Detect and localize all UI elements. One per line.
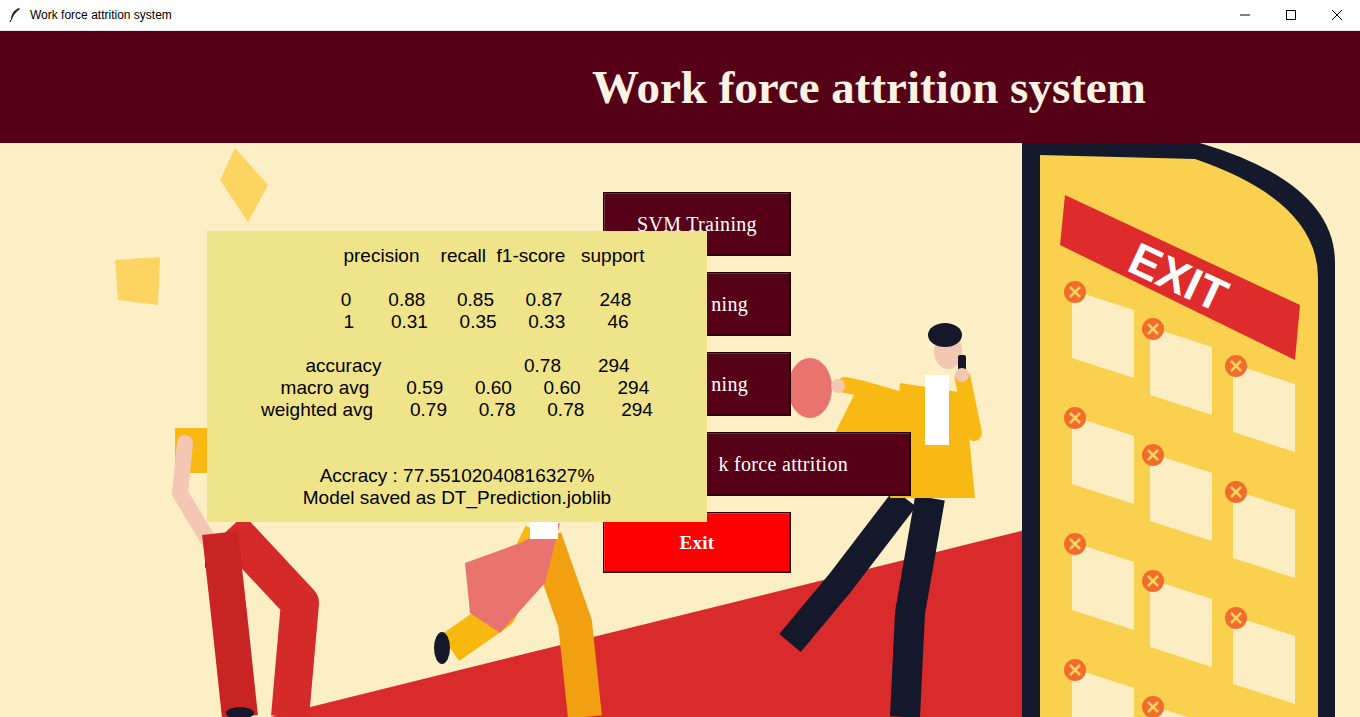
window-controls bbox=[1222, 0, 1360, 30]
x-marker-icon bbox=[1142, 570, 1164, 592]
header-bar: Work force attrition system bbox=[0, 31, 1360, 143]
report-averages: accuracy 0.78 294 macro avg 0.59 0.60 0.… bbox=[207, 355, 707, 421]
summary-line: Model saved as DT_Prediction.joblib bbox=[207, 487, 707, 509]
phone-tile bbox=[1064, 659, 1134, 717]
paper-piece bbox=[115, 257, 160, 305]
x-marker-icon bbox=[1225, 481, 1247, 503]
report-line: macro avg 0.59 0.60 0.60 294 bbox=[207, 377, 707, 399]
x-marker-icon bbox=[1142, 444, 1164, 466]
minimize-button[interactable] bbox=[1222, 0, 1268, 30]
phone-tile bbox=[1142, 696, 1212, 717]
right-runner bbox=[790, 323, 975, 717]
phone-tile bbox=[1064, 281, 1134, 378]
app-icon-box bbox=[0, 0, 30, 30]
x-marker-icon bbox=[1225, 355, 1247, 377]
header-title: Work force attrition system bbox=[592, 60, 1146, 114]
x-marker-icon bbox=[1142, 696, 1164, 717]
phone-tile bbox=[1064, 407, 1134, 504]
phone-tile bbox=[1142, 570, 1212, 667]
app-window: Work force attrition system Work force at… bbox=[0, 0, 1360, 717]
report-line: precision recall f1-score support bbox=[207, 245, 707, 267]
report-classes: 0 0.88 0.85 0.87 248 1 0.31 0.35 0.33 46 bbox=[207, 289, 707, 333]
phone-tile bbox=[1142, 444, 1212, 541]
window-title: Work force attrition system bbox=[30, 8, 1222, 22]
button-column: SVM Trainingningningk force attritionExi… bbox=[603, 143, 1360, 573]
phone-drawing: EXIT bbox=[1022, 143, 1335, 717]
exit-sign-text: EXIT bbox=[1121, 232, 1236, 322]
phone-tile bbox=[1225, 355, 1295, 452]
phone-tile bbox=[1225, 607, 1295, 704]
feather-icon bbox=[8, 7, 22, 23]
report-line: accuracy 0.78 294 bbox=[207, 355, 707, 377]
x-marker-icon bbox=[1225, 607, 1247, 629]
x-marker-icon bbox=[1142, 318, 1164, 340]
x-marker-icon bbox=[1064, 281, 1086, 303]
result-popup: precision recall f1-score support 0 0.88… bbox=[207, 231, 707, 522]
report-line: 0 0.88 0.85 0.87 248 bbox=[207, 289, 707, 311]
x-marker-icon bbox=[1064, 533, 1086, 555]
phone-tile bbox=[1142, 318, 1212, 415]
phone-tile bbox=[1064, 533, 1134, 630]
close-button[interactable] bbox=[1314, 0, 1360, 30]
report-line: weighted avg 0.79 0.78 0.78 294 bbox=[207, 399, 707, 421]
summary-line: Accracy : 77.55102040816327% bbox=[207, 465, 707, 487]
paper-piece bbox=[220, 148, 268, 222]
report-header: precision recall f1-score support bbox=[207, 245, 707, 267]
report-line: 1 0.31 0.35 0.33 46 bbox=[207, 311, 707, 333]
title-bar: Work force attrition system bbox=[0, 0, 1360, 31]
x-marker-icon bbox=[1064, 407, 1086, 429]
maximize-icon bbox=[1285, 9, 1297, 21]
phone-tile bbox=[1225, 481, 1295, 578]
x-marker-icon bbox=[1064, 659, 1086, 681]
report-summary: Accracy : 77.55102040816327%Model saved … bbox=[207, 465, 707, 509]
maximize-button[interactable] bbox=[1268, 0, 1314, 30]
minimize-icon bbox=[1239, 9, 1251, 21]
main-area: EXITSVM Trainingningningk force attritio… bbox=[0, 143, 1360, 717]
close-icon bbox=[1331, 9, 1343, 21]
